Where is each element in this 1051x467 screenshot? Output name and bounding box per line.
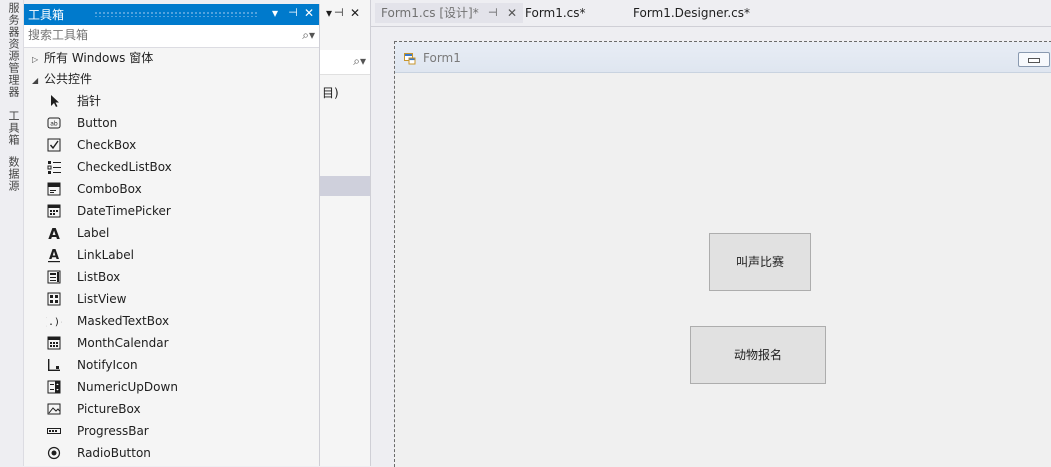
form-title: Form1: [423, 51, 461, 65]
tab-form1-cs[interactable]: Form1.cs*: [525, 3, 586, 23]
background-search-icon: ⌕▾: [353, 54, 366, 68]
toolbox-title: 工具箱: [28, 8, 65, 22]
pin-icon[interactable]: ⊣: [334, 6, 344, 19]
pin-icon[interactable]: ⊣: [285, 6, 301, 19]
toolbox-item-label[interactable]: A Label: [24, 222, 319, 244]
checkedlistbox-icon: [47, 161, 61, 174]
toolbox-item-checkbox[interactable]: CheckBox: [24, 134, 319, 156]
svg-text:(.)-: (.)-: [46, 317, 62, 328]
search-input[interactable]: [24, 25, 278, 45]
expand-triangle-icon: ▷: [32, 55, 39, 64]
picturebox-icon: [47, 403, 61, 415]
background-panel: ⌕▾ 目): [320, 0, 371, 466]
dropdown-arrow-icon[interactable]: ▾: [267, 6, 283, 20]
svg-text:A: A: [48, 225, 60, 241]
tab-form1-designer-cs[interactable]: Form1.Designer.cs*: [633, 3, 750, 23]
pin-icon[interactable]: ⊣: [488, 3, 498, 23]
close-icon[interactable]: ✕: [507, 3, 517, 23]
toolbox-item-monthcalendar[interactable]: MonthCalendar: [24, 332, 319, 354]
toolbox-panel: 工具箱 ▾ ⊣ ✕ ⌕▾ ▷所有 Windows 窗体 ◢公共控件 指针 ab …: [24, 4, 320, 466]
toolbox-item-button[interactable]: ab Button: [24, 112, 319, 134]
toolbox-item-notifyicon[interactable]: NotifyIcon: [24, 354, 319, 376]
toolbox-item-numericupdown[interactable]: NumericUpDown: [24, 376, 319, 398]
dropdown-arrow-icon[interactable]: ▾: [326, 6, 332, 20]
datetimepicker-icon: [47, 204, 61, 218]
minimize-button[interactable]: [1018, 52, 1050, 67]
pointer-icon: [51, 95, 59, 107]
background-selected-row: [320, 176, 370, 196]
contest-button[interactable]: 叫声比赛: [709, 233, 811, 291]
form-icon: [404, 53, 416, 65]
svg-text:ab: ab: [50, 121, 58, 128]
toolbox-search: ⌕▾: [24, 25, 319, 48]
close-icon[interactable]: ✕: [301, 6, 317, 20]
background-search-box[interactable]: ⌕▾: [320, 50, 370, 75]
form-title-bar[interactable]: Form1: [395, 42, 1051, 73]
progressbar-icon: [47, 428, 61, 434]
svg-text:A: A: [49, 248, 59, 263]
checkbox-icon: [47, 138, 61, 152]
toolbox-item-listview[interactable]: ListView: [24, 288, 319, 310]
combobox-icon: [47, 182, 61, 196]
toolbox-item-linklabel[interactable]: A LinkLabel: [24, 244, 319, 266]
background-panel-header: ▾ ⊣ ✕: [320, 4, 370, 25]
toolbox-item-combobox[interactable]: ComboBox: [24, 178, 319, 200]
toolbox-item-progressbar[interactable]: ProgressBar: [24, 420, 319, 442]
radiobutton-icon: [47, 446, 61, 460]
toolbox-item-pointer[interactable]: 指针: [24, 90, 319, 112]
tab-form1-design[interactable]: Form1.cs [设计]* ⊣ ✕: [375, 3, 523, 23]
vtab-toolbox[interactable]: 工具箱: [5, 110, 21, 146]
toolbox-item-radiobutton[interactable]: RadioButton: [24, 442, 319, 464]
monthcalendar-icon: [47, 336, 61, 350]
linklabel-icon: A: [48, 248, 60, 263]
listbox-icon: [47, 270, 61, 284]
search-icon[interactable]: ⌕▾: [302, 28, 315, 43]
listview-icon: [47, 292, 61, 306]
button-icon: ab: [47, 117, 61, 129]
toolbox-item-picturebox[interactable]: PictureBox: [24, 398, 319, 420]
label-icon: A: [48, 225, 60, 241]
left-tool-strip: 服务器资源管理器 工具箱 数据源: [0, 0, 24, 466]
toolbox-title-bar[interactable]: 工具箱 ▾ ⊣ ✕: [24, 4, 319, 25]
close-icon[interactable]: ✕: [350, 6, 360, 20]
document-tab-strip: Form1.cs [设计]* ⊣ ✕ Form1.cs* Form1.Desig…: [371, 0, 1051, 26]
toolbox-item-maskedtextbox[interactable]: (.)- MaskedTextBox: [24, 310, 319, 332]
background-partial-text: 目): [322, 86, 339, 100]
toolbox-item-listbox[interactable]: ListBox: [24, 266, 319, 288]
category-all-windows-forms[interactable]: ▷ 所有 Windows 窗体: [24, 48, 319, 69]
toolbox-item-checkedlistbox[interactable]: CheckedListBox: [24, 156, 319, 178]
minimize-icon: [1028, 58, 1040, 63]
notifyicon-icon: [48, 359, 60, 371]
vtab-server-explorer[interactable]: 服务器资源管理器: [5, 2, 21, 98]
collapse-triangle-icon: ◢: [32, 76, 39, 85]
signup-button[interactable]: 动物报名: [690, 326, 826, 384]
maskedtextbox-icon: (.)-: [46, 317, 62, 328]
title-grip: [94, 11, 259, 17]
category-common-controls[interactable]: ◢ 公共控件: [24, 69, 319, 90]
vtab-data-sources[interactable]: 数据源: [5, 156, 21, 192]
toolbox-item-datetimepicker[interactable]: DateTimePicker: [24, 200, 319, 222]
numericupdown-icon: [47, 380, 61, 394]
